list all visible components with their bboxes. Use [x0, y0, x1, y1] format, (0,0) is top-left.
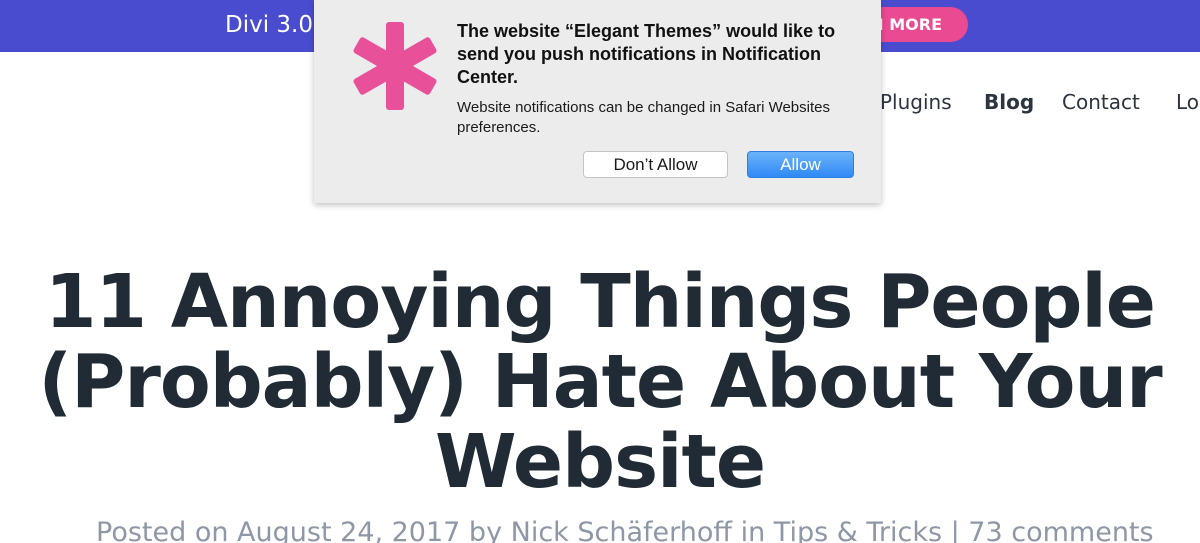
article-title-line: 11 Annoying Things People: [44, 259, 1156, 345]
article-title: 11 Annoying Things People (Probably) Hat…: [0, 262, 1200, 502]
dont-allow-button[interactable]: Don’t Allow: [583, 151, 728, 178]
article-title-line: (Probably) Hate About Your: [38, 339, 1162, 425]
article-title-line: Website: [434, 419, 766, 505]
dialog-body: Website notifications can be changed in …: [457, 99, 830, 136]
promo-text: Divi 3.0: [225, 12, 313, 38]
allow-button[interactable]: Allow: [747, 151, 854, 178]
push-notification-dialog: The website “Elegant Themes” would like …: [314, 0, 881, 203]
nav-item-blog[interactable]: Blog: [984, 90, 1034, 114]
nav-item-plugins[interactable]: Plugins: [880, 90, 952, 114]
browser-page: Divi 3.0 N MORE Plugins Blog Contact Lo …: [0, 0, 1200, 543]
dialog-title: The website “Elegant Themes” would like …: [457, 21, 836, 87]
post-meta: Posted on August 24, 2017 by Nick Schäfe…: [96, 517, 1154, 543]
nav-item-login[interactable]: Lo: [1176, 90, 1199, 114]
asterisk-logo-icon: [344, 16, 444, 116]
nav-item-contact[interactable]: Contact: [1062, 90, 1140, 114]
